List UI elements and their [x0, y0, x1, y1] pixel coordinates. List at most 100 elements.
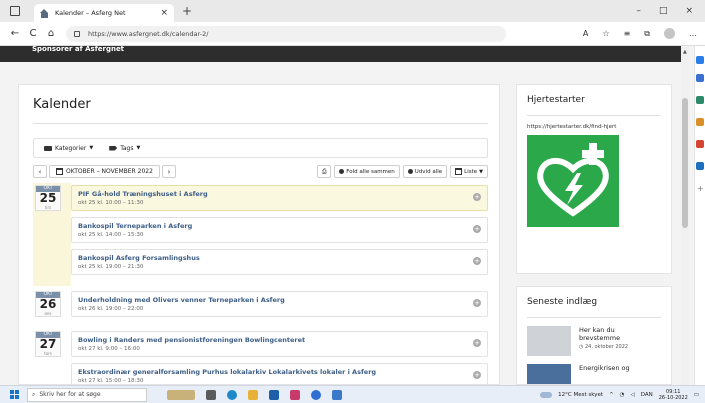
scroll-up-icon[interactable]: ▲ — [683, 49, 687, 55]
aed-logo[interactable] — [527, 135, 619, 227]
date-weekday: ons — [44, 311, 52, 316]
post-item[interactable]: Energikrisen og — [527, 364, 671, 384]
collections-icon[interactable]: ⧉ — [644, 29, 650, 39]
network-icon[interactable]: ◔ — [620, 392, 625, 398]
search-icon: ⌕ — [32, 390, 36, 398]
event-item[interactable]: Ekstraordinær generalforsamling Purhus l… — [71, 363, 488, 384]
event-title[interactable]: Underholdning med Olivers venner Ternepa… — [78, 296, 481, 304]
event-item[interactable]: Bowling i Randers med pensionistforening… — [71, 331, 488, 357]
hjertestarter-link[interactable]: https://hjertestarter.dk/find-hjert — [527, 124, 671, 130]
collapse-all-button[interactable]: Fold alle sammen — [334, 165, 400, 178]
url-input[interactable]: https://www.asfergnet.dk/calendar-2/ — [66, 25, 506, 42]
view-dropdown[interactable]: Liste ▼ — [450, 165, 488, 178]
tags-dropdown[interactable]: Tags ▼ — [109, 145, 140, 152]
store-icon[interactable] — [269, 389, 279, 400]
weather-icon[interactable] — [540, 391, 553, 398]
aed-heart-icon — [537, 143, 609, 217]
expand-event-icon[interactable]: + — [473, 257, 481, 265]
expand-event-icon[interactable]: + — [473, 225, 481, 233]
event-title[interactable]: Bankospil Asferg Forsamlingshus — [78, 254, 481, 262]
event-title[interactable]: Ekstraordinær generalforsamling Purhus l… — [78, 368, 481, 376]
scroll-thumb[interactable] — [682, 98, 688, 228]
event-item[interactable]: Bankospil Asferg Forsamlingshus okt 25 k… — [71, 249, 488, 275]
windows-start-icon[interactable] — [10, 390, 19, 399]
post-item[interactable]: Her kan du brevstemme ◷ 24. oktober 2022 — [527, 326, 671, 356]
volume-icon[interactable]: ◁ — [630, 392, 634, 398]
event-item[interactable]: PIF Gå-hold Træningshuset i Asferg okt 2… — [71, 185, 488, 211]
more-menu-icon[interactable]: … — [689, 29, 697, 38]
list-view-icon — [455, 168, 463, 175]
lock-icon[interactable] — [74, 30, 80, 37]
sponsor-link[interactable]: Sponsorer af Asfergnet — [32, 45, 124, 53]
calendar-toolbar: ‹ OKTOBER – NOVEMBER 2022 › ⎙ Fold alle … — [33, 164, 488, 179]
day-group: OKT 27 tors Bowling i Randers med pensio… — [33, 331, 488, 384]
profile-avatar[interactable] — [664, 28, 675, 39]
expand-event-icon[interactable]: + — [473, 371, 481, 379]
post-title[interactable]: brevstemme — [579, 334, 628, 342]
favorite-star-icon[interactable]: ☆ — [602, 29, 609, 38]
day-group: OKT 26 ons Underholdning med Olivers ven… — [33, 291, 488, 331]
chrome-icon[interactable] — [311, 389, 321, 400]
taskbar-clock[interactable]: 09:11 26-10-2022 — [659, 389, 688, 401]
address-bar: ← C ⌂ https://www.asfergnet.dk/calendar-… — [0, 22, 705, 46]
maximize-button[interactable]: □ — [659, 6, 668, 16]
expand-event-icon[interactable]: + — [473, 193, 481, 201]
refresh-icon[interactable]: C — [24, 28, 42, 39]
notifications-icon[interactable]: ▭ — [694, 392, 699, 398]
search-icon[interactable] — [696, 56, 704, 64]
event-title[interactable]: Bowling i Randers med pensionistforening… — [78, 336, 481, 344]
expand-all-button[interactable]: Udvid alle — [402, 165, 448, 178]
url-text: https://www.asfergnet.dk/calendar-2/ — [88, 29, 209, 38]
categories-dropdown[interactable]: Kategorier ▼ — [44, 145, 93, 152]
tray-chevron-icon[interactable]: ^ — [609, 392, 614, 398]
calendar-panel: Kalender Kategorier ▼ Tags ▼ ‹ OKTOBER –… — [18, 84, 500, 385]
chevron-down-icon: ▼ — [136, 145, 141, 151]
event-time: okt 25 kl. 19:00 – 21:30 — [78, 264, 144, 270]
post-title[interactable]: Energikrisen og — [579, 364, 630, 372]
system-tray: 12°C Mest skyet ^ ◔ ◁ DAN 09:11 26-10-20… — [540, 389, 705, 401]
file-explorer-icon[interactable] — [248, 389, 258, 400]
expand-event-icon[interactable]: + — [473, 339, 481, 347]
event-time: okt 27 kl. 15:00 – 18:30 — [78, 378, 144, 384]
widgets-icon[interactable] — [167, 389, 195, 400]
add-sidebar-icon[interactable]: + — [697, 184, 704, 193]
event-title[interactable]: Bankospil Terneparken i Asferg — [78, 222, 481, 230]
event-title[interactable]: PIF Gå-hold Træningshuset i Asferg — [78, 190, 481, 198]
minimize-button[interactable]: – — [636, 6, 641, 16]
event-item[interactable]: Underholdning med Olivers venner Ternepa… — [71, 291, 488, 317]
divider — [527, 317, 661, 318]
outlook-icon[interactable] — [696, 162, 704, 170]
expand-event-icon[interactable]: + — [473, 299, 481, 307]
favorites-icon[interactable]: ≡ — [624, 29, 631, 38]
date-range-button[interactable]: OKTOBER – NOVEMBER 2022 — [49, 165, 160, 178]
tools-icon[interactable] — [696, 96, 704, 104]
office-icon[interactable] — [696, 140, 704, 148]
word-icon[interactable] — [332, 389, 342, 400]
taskbar-search-input[interactable]: ⌕ Skriv her for at søge — [27, 387, 147, 402]
weather-text[interactable]: 12°C Mest skyet — [558, 392, 603, 398]
post-title[interactable]: Her kan du — [579, 326, 628, 334]
post-date-text: 24. oktober 2022 — [584, 344, 629, 350]
tab-close-icon[interactable]: × — [160, 8, 168, 18]
prev-button[interactable]: ‹ — [33, 165, 47, 178]
shopping-icon[interactable] — [696, 74, 704, 82]
task-view-icon[interactable] — [206, 389, 216, 400]
print-button[interactable]: ⎙ — [317, 165, 332, 178]
page-scrollbar[interactable]: ▲ — [681, 46, 689, 385]
edge-icon[interactable] — [227, 389, 237, 400]
close-window-button[interactable]: × — [685, 6, 693, 16]
read-aloud-icon[interactable]: A — [583, 29, 588, 38]
home-icon[interactable]: ⌂ — [42, 28, 60, 39]
app-icon[interactable] — [290, 389, 300, 400]
browser-tab[interactable]: Kalender – Asferg Net × — [34, 4, 174, 22]
back-icon[interactable]: ← — [6, 28, 24, 39]
tab-actions-icon[interactable] — [10, 6, 20, 16]
event-item[interactable]: Bankospil Terneparken i Asferg okt 25 kl… — [71, 217, 488, 243]
language-indicator[interactable]: DAN — [641, 392, 653, 398]
post-thumbnail[interactable] — [527, 326, 571, 356]
games-icon[interactable] — [696, 118, 704, 126]
new-tab-button[interactable]: + — [182, 4, 192, 18]
next-button[interactable]: › — [161, 165, 176, 178]
post-thumbnail[interactable] — [527, 364, 571, 384]
view-label: Liste — [464, 168, 478, 175]
